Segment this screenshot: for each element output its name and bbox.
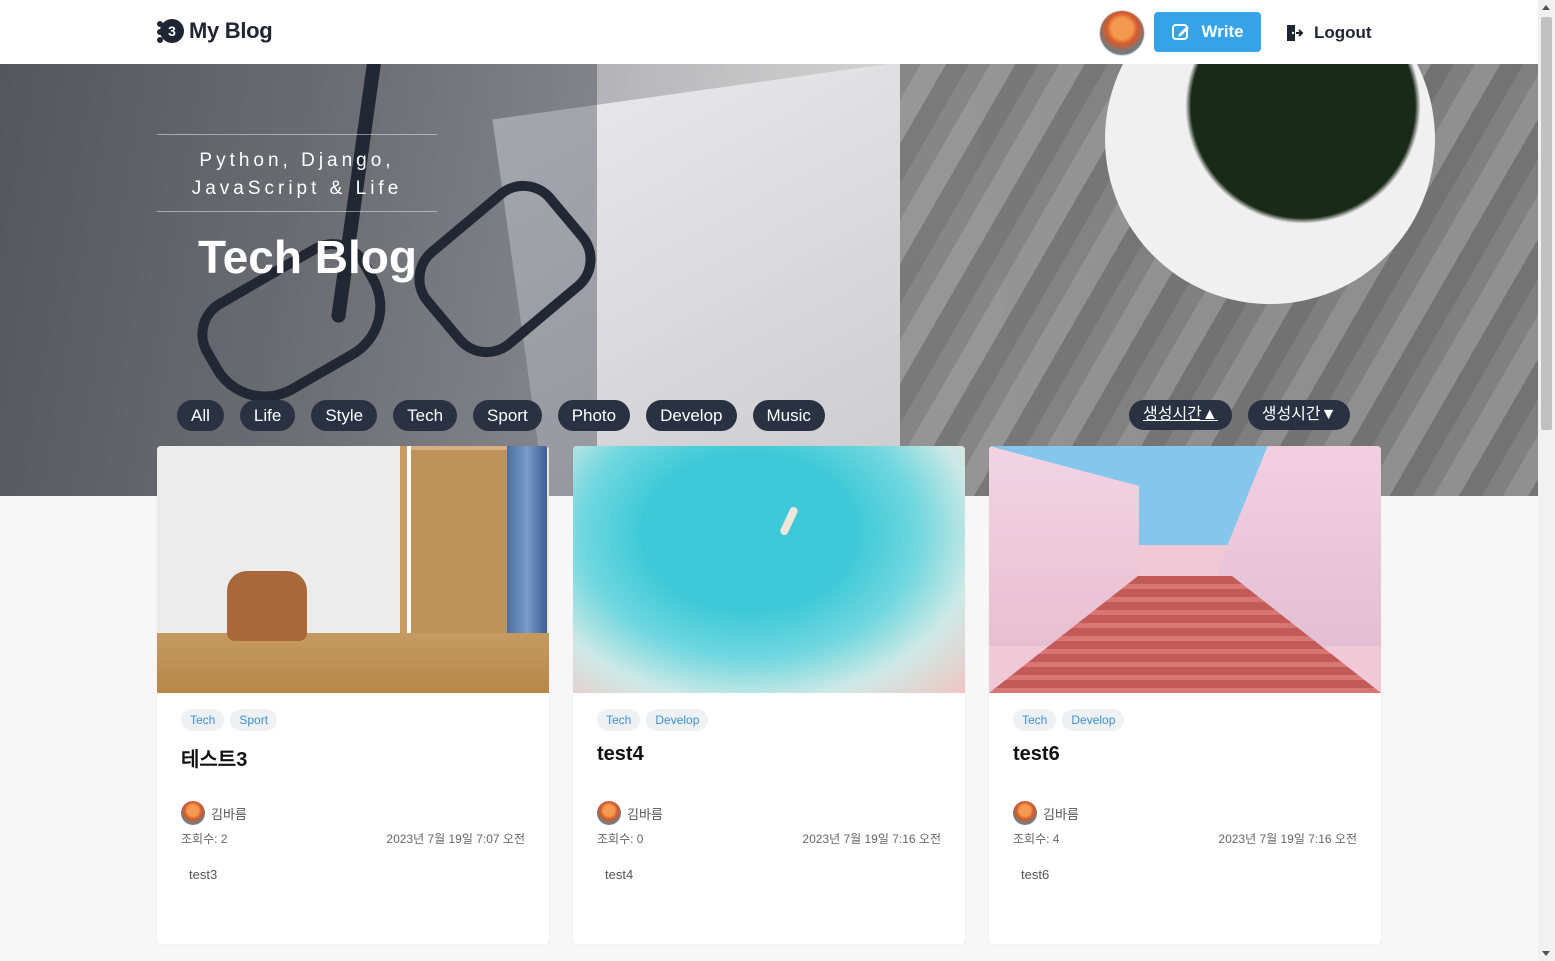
post-tag[interactable]: Sport (230, 709, 278, 731)
post-excerpt: test6 (1021, 867, 1050, 882)
author-avatar (597, 801, 621, 825)
post-title[interactable]: test6 (1013, 743, 1357, 769)
post-tag[interactable]: Tech (1013, 709, 1057, 731)
logout-button[interactable]: Logout (1284, 14, 1372, 52)
edit-icon (1172, 24, 1190, 40)
category-filter: All Life Style Tech Sport Photo Develop … (177, 400, 825, 431)
category-life[interactable]: Life (239, 400, 296, 431)
author-avatar (1013, 801, 1037, 825)
post-meta: 조회수: 2 2023년 7월 19일 7:07 오전 (181, 830, 525, 847)
category-all[interactable]: All (177, 400, 224, 431)
post-card[interactable]: Tech Develop test4 김바름 조회수: 0 2023년 7월 1… (573, 446, 965, 944)
scroll-up-icon[interactable] (1542, 5, 1550, 10)
logout-icon (1287, 25, 1304, 41)
category-music[interactable]: Music (752, 400, 825, 431)
author-avatar (181, 801, 205, 825)
post-card[interactable]: Tech Sport 테스트3 김바름 조회수: 2 2023년 7월 19일 … (157, 446, 549, 944)
author-name: 김바름 (211, 806, 247, 822)
post-views: 조회수: 0 (597, 832, 644, 846)
post-meta: 조회수: 0 2023년 7월 19일 7:16 오전 (597, 830, 941, 847)
write-button[interactable]: Write (1154, 12, 1261, 52)
sort-created-desc-label: 생성시간▼ (1261, 406, 1337, 423)
post-author: 김바름 (597, 801, 941, 825)
post-tag[interactable]: Develop (646, 709, 709, 731)
hero-tagline: Python, Django, JavaScript & Life (157, 134, 437, 212)
post-thumbnail[interactable] (989, 446, 1381, 693)
post-excerpt: test4 (605, 867, 634, 882)
scroll-thumb[interactable] (1541, 17, 1552, 430)
post-views: 조회수: 2 (181, 832, 228, 846)
author-name: 김바름 (1043, 806, 1079, 822)
category-sport[interactable]: Sport (473, 400, 542, 431)
post-title[interactable]: 테스트3 (181, 743, 525, 771)
post-views: 조회수: 4 (1013, 832, 1060, 846)
post-tags: Tech Develop (597, 709, 941, 731)
site-logo[interactable]: 3 My Blog (155, 16, 273, 46)
author-name: 김바름 (627, 806, 663, 822)
category-tech[interactable]: Tech (393, 400, 458, 431)
sort-created-asc[interactable]: 생성시간▲ (1129, 400, 1232, 430)
user-avatar[interactable] (1100, 11, 1144, 55)
top-navbar: 3 My Blog Write Logout (0, 0, 1538, 64)
post-title[interactable]: test4 (597, 743, 941, 769)
post-tag[interactable]: Develop (1062, 709, 1125, 731)
hero-banner: Python, Django, JavaScript & Life Tech B… (0, 64, 1538, 496)
category-style[interactable]: Style (311, 400, 378, 431)
post-date: 2023년 7월 19일 7:07 오전 (386, 832, 525, 846)
category-photo[interactable]: Photo (557, 400, 631, 431)
svg-text:3: 3 (168, 23, 176, 39)
post-author: 김바름 (1013, 801, 1357, 825)
sort-created-asc-label: 생성시간▲ (1143, 406, 1218, 423)
post-meta: 조회수: 4 2023년 7월 19일 7:16 오전 (1013, 830, 1357, 847)
logout-button-label: Logout (1314, 23, 1372, 42)
post-date: 2023년 7월 19일 7:16 오전 (802, 832, 941, 846)
category-develop[interactable]: Develop (646, 400, 737, 431)
logo-icon: 3 (155, 16, 185, 46)
post-thumbnail[interactable] (573, 446, 965, 693)
post-card[interactable]: Tech Develop test6 김바름 조회수: 4 2023년 7월 1… (989, 446, 1381, 944)
post-tag[interactable]: Tech (597, 709, 641, 731)
post-tags: Tech Develop (1013, 709, 1357, 731)
scroll-down-icon[interactable] (1542, 951, 1550, 956)
post-date: 2023년 7월 19일 7:16 오전 (1218, 832, 1357, 846)
sort-controls: 생성시간▲ 생성시간▼ (1129, 400, 1351, 430)
post-tags: Tech Sport (181, 709, 525, 731)
post-excerpt: test3 (189, 867, 218, 882)
hero-tagline-line1: Python, Django, (199, 150, 395, 171)
write-button-label: Write (1201, 22, 1244, 41)
logo-text: My Blog (189, 18, 273, 43)
post-thumbnail[interactable] (157, 446, 549, 693)
post-author: 김바름 (181, 801, 525, 825)
hero-tagline-line2: JavaScript & Life (191, 178, 403, 199)
page-scrollbar[interactable] (1538, 0, 1555, 961)
sort-created-desc[interactable]: 생성시간▼ (1247, 400, 1351, 430)
hero-title: Tech Blog (198, 231, 417, 283)
post-tag[interactable]: Tech (181, 709, 225, 731)
